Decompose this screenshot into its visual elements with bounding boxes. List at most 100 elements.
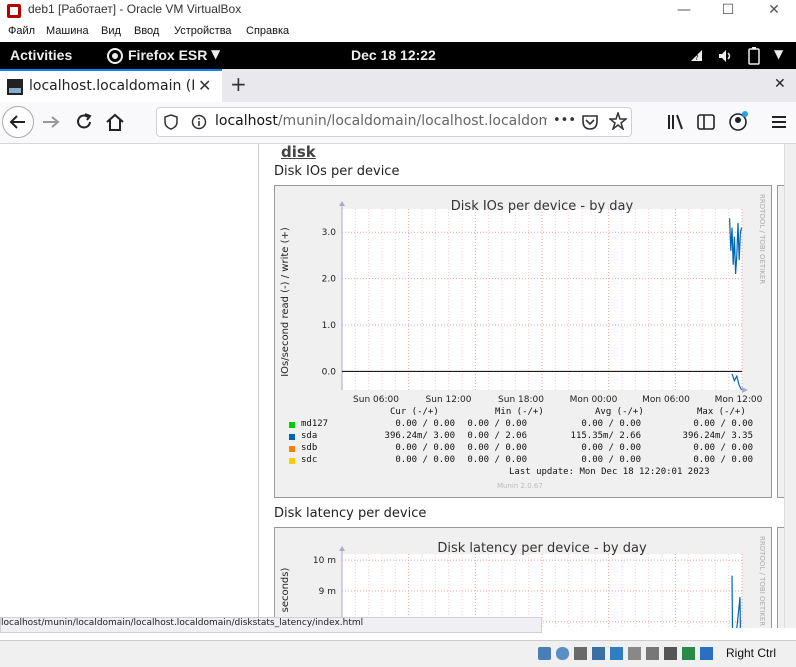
capture-arrow-icon xyxy=(700,647,713,660)
legend-min: 0.00 / 0.00 xyxy=(467,419,527,429)
x-tick-label: Mon 12:00 xyxy=(715,395,763,405)
chart-title: Disk IOs per device - by day xyxy=(451,199,634,214)
reload-icon[interactable] xyxy=(73,111,95,133)
hdd-icon xyxy=(538,647,551,660)
app-menu-chevron-icon[interactable]: ▼ xyxy=(211,47,220,61)
menu-help[interactable]: Справка xyxy=(246,25,289,37)
munin-nav-sidebar xyxy=(258,144,259,628)
maximize-button[interactable]: ☐ xyxy=(708,0,748,20)
display-icon xyxy=(646,647,659,660)
minimize-button[interactable]: — xyxy=(664,0,704,20)
y-tick-label: 10 m xyxy=(313,556,336,566)
legend-max: 0.00 / 0.00 xyxy=(693,443,753,453)
back-arrow-icon xyxy=(9,115,25,129)
tab-title: localhost.localdomain (M xyxy=(29,78,194,94)
vertical-scrollbar[interactable] xyxy=(784,144,796,628)
header-cur: Cur (-/+) xyxy=(390,407,439,417)
menu-view[interactable]: Вид xyxy=(101,25,121,37)
new-tab-button[interactable]: + xyxy=(230,72,247,96)
tracking-shield-icon[interactable] xyxy=(163,114,179,130)
sidebar-toggle-icon[interactable] xyxy=(696,112,716,132)
y-axis-label: IOs/second read (-) / write (+) xyxy=(280,227,291,377)
forward-arrow-icon[interactable] xyxy=(40,112,62,132)
home-icon[interactable] xyxy=(104,111,126,133)
cpu-icon xyxy=(682,647,695,660)
legend-swatch xyxy=(289,446,295,452)
page-actions-icon[interactable]: ••• xyxy=(553,113,576,128)
legend-avg: 0.00 / 0.00 xyxy=(581,419,641,429)
legend-swatch xyxy=(289,422,295,428)
y-axis-arrow xyxy=(339,546,345,551)
last-update: Last update: Mon Dec 18 12:20:01 2023 xyxy=(509,467,710,477)
adjacent-graph-edge xyxy=(777,185,784,498)
network-icon[interactable]: ? xyxy=(690,49,704,63)
close-window-button[interactable]: ✕ xyxy=(754,0,794,20)
usb-icon xyxy=(610,647,623,660)
x-tick-label: Sun 18:00 xyxy=(498,395,544,405)
legend-row-sda: sda 396.24m/ 3.00 0.00 / 2.06 115.35m/ 2… xyxy=(285,431,765,443)
legend-avg: 0.00 / 0.00 xyxy=(581,443,641,453)
legend-cur: 0.00 / 0.00 xyxy=(395,455,455,465)
hamburger-menu-icon[interactable] xyxy=(770,113,788,131)
window-title: deb1 [Работает] - Oracle VM VirtualBox xyxy=(28,2,242,16)
shared-folder-icon xyxy=(628,647,641,660)
tab-close-icon[interactable]: ✕ xyxy=(198,76,211,95)
close-browser-icon[interactable]: ✕ xyxy=(774,76,786,92)
legend-row-sdc: sdc 0.00 / 0.00 0.00 / 0.00 0.00 / 0.00 … xyxy=(285,455,765,467)
menu-machine[interactable]: Машина xyxy=(46,25,89,37)
disk-latency-chart: 10 m9 m8 m7 mDisk latency per device - b… xyxy=(280,536,766,628)
info-icon[interactable] xyxy=(191,114,207,130)
adjacent-graph-edge xyxy=(777,527,784,628)
vm-device-icons xyxy=(538,647,713,660)
legend-min: 0.00 / 0.00 xyxy=(467,443,527,453)
page-content: disk Disk IOs per device 0.0 1.0 2.0 3.0 Dis… xyxy=(0,144,784,628)
legend-max: 396.24m/ 3.35 xyxy=(682,431,753,441)
volume-icon[interactable] xyxy=(718,49,734,63)
window-titlebar: deb1 [Работает] - Oracle VM VirtualBox —… xyxy=(0,0,796,22)
pocket-icon[interactable] xyxy=(581,113,599,131)
bookmark-star-icon[interactable] xyxy=(609,112,627,130)
x-tick-label: Mon 00:00 xyxy=(570,395,618,405)
legend-max: 0.00 / 0.00 xyxy=(693,419,753,429)
graph-disk-latency[interactable]: 10 m9 m8 m7 mDisk latency per device - b… xyxy=(274,527,772,628)
x-tick-label: Sun 06:00 xyxy=(353,395,399,405)
graph1-caption[interactable]: Disk IOs per device xyxy=(274,164,399,179)
status-url: localhost/munin/localdomain/localhost.lo… xyxy=(1,618,364,628)
activities-button[interactable]: Activities xyxy=(10,47,72,63)
tab-munin[interactable]: localhost.localdomain (M ✕ xyxy=(0,69,222,102)
vm-statusbar: Right Ctrl xyxy=(0,640,796,667)
header-min: Min (-/+) xyxy=(495,407,544,417)
virtualbox-icon xyxy=(7,4,21,18)
graph2-caption[interactable]: Disk latency per device xyxy=(274,506,426,521)
legend-min: 0.00 / 0.00 xyxy=(467,455,527,465)
account-icon[interactable] xyxy=(728,110,750,132)
system-menu-chevron-icon[interactable]: ▼ xyxy=(774,47,783,61)
clock[interactable]: Dec 18 12:22 xyxy=(351,47,436,63)
x-tick-label: Mon 06:00 xyxy=(642,395,690,405)
back-button[interactable] xyxy=(2,106,34,138)
legend-header-row: Cur (-/+) Min (-/+) Avg (-/+) Max (-/+) xyxy=(285,407,765,419)
battery-icon[interactable] xyxy=(748,47,760,65)
network-adapter-icon xyxy=(592,647,605,660)
legend-avg: 0.00 / 0.00 xyxy=(581,455,641,465)
y-axis-arrow xyxy=(339,201,345,206)
graph-disk-ios[interactable]: 0.0 1.0 2.0 3.0 Disk IOs per device - by day… xyxy=(274,185,772,498)
rrdtool-credit: RRDTOOL / TOBI OETIKER xyxy=(758,194,766,284)
legend-row-md127: md127 0.00 / 0.00 0.00 / 0.00 0.00 / 0.0… xyxy=(285,419,765,431)
legend-name: sda xyxy=(301,431,318,441)
menu-file[interactable]: Файл xyxy=(8,25,35,37)
menu-input[interactable]: Ввод xyxy=(134,25,159,37)
menu-devices[interactable]: Устройства xyxy=(174,25,232,37)
y-tick-label: 1.0 xyxy=(322,321,337,331)
legend-min: 0.00 / 2.06 xyxy=(467,431,527,441)
app-menu[interactable]: Firefox ESR xyxy=(128,47,207,63)
vm-menubar: Файл Машина Вид Ввод Устройства Справка xyxy=(0,22,796,43)
y-tick-label: 0.0 xyxy=(322,367,337,377)
library-icon[interactable] xyxy=(666,112,686,132)
url-text[interactable]: localhost/munin/localdomain/localhost.lo… xyxy=(215,113,547,129)
link-status-bar: localhost/munin/localdomain/localhost.lo… xyxy=(0,617,542,633)
rrdtool-credit: RRDTOOL / TOBI OETIKER xyxy=(758,536,766,626)
legend-name: md127 xyxy=(301,419,329,429)
section-heading-disk[interactable]: disk xyxy=(281,144,316,161)
url-bar[interactable]: localhost/munin/localdomain/localhost.lo… xyxy=(156,107,632,137)
